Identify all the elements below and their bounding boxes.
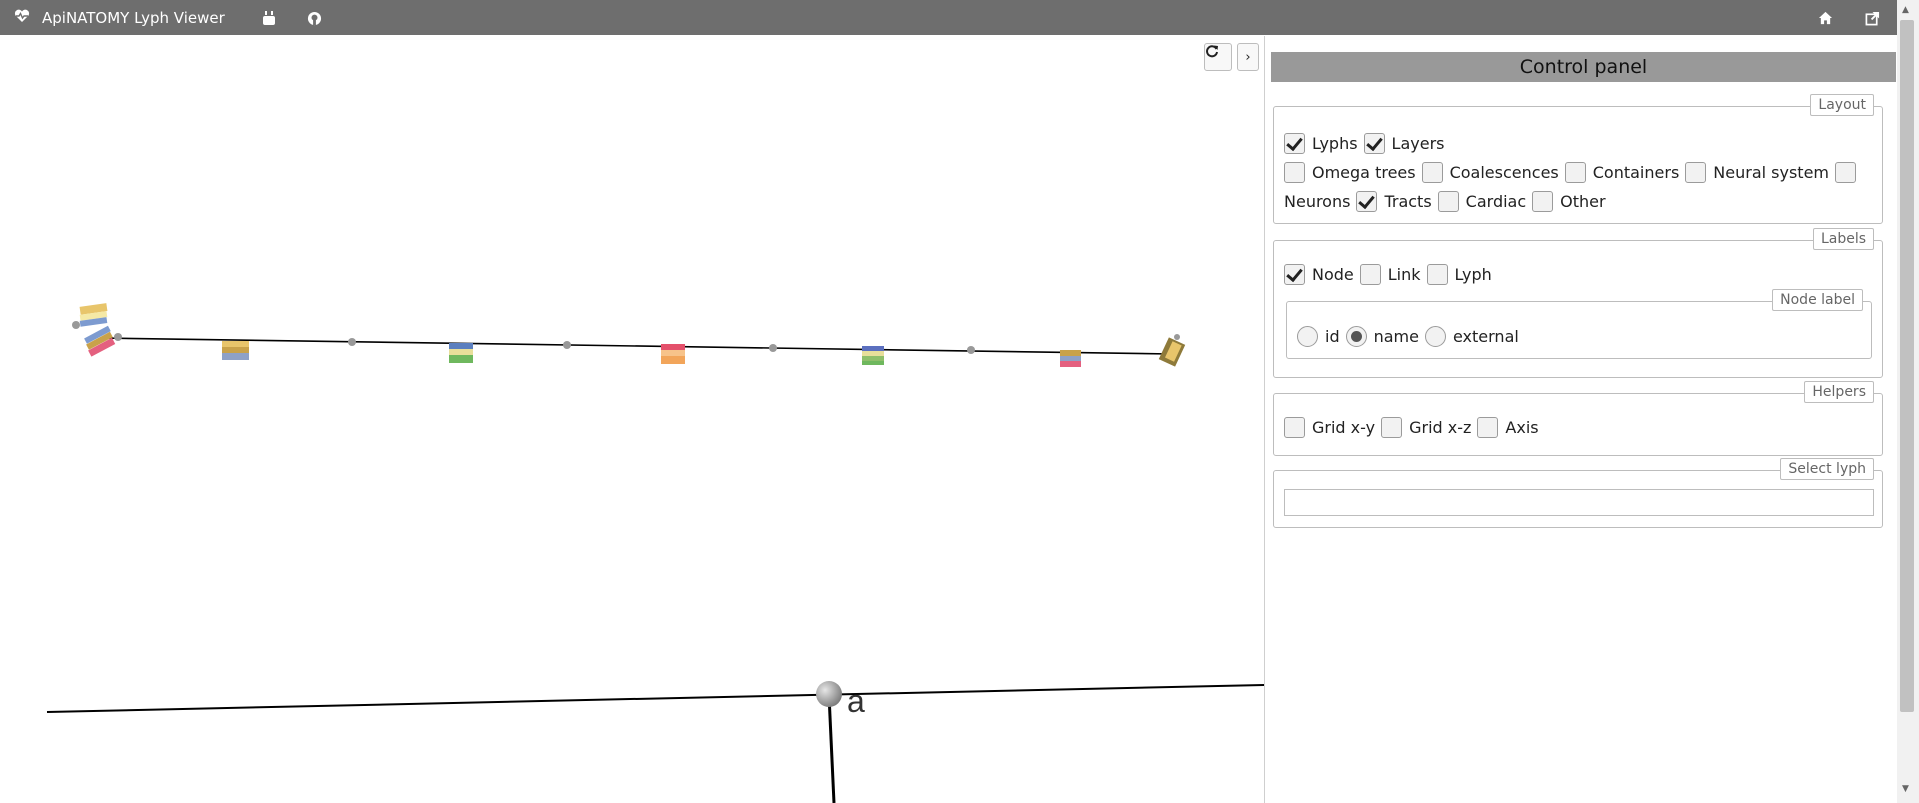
omega-trees-checkbox[interactable] — [1284, 162, 1305, 183]
brand: ApiNATOMY Lyph Viewer — [14, 0, 225, 35]
scroll-down-icon[interactable]: ▼ — [1902, 784, 1909, 794]
lyph-label-checkbox[interactable] — [1426, 264, 1448, 285]
select-lyph-input[interactable] — [1284, 489, 1874, 516]
grid-xz-checkbox[interactable] — [1381, 417, 1403, 438]
axis-checkbox[interactable] — [1477, 417, 1499, 438]
checkbox-label: Grid x-y — [1312, 418, 1376, 437]
node-label-legend: Node label — [1772, 289, 1863, 311]
checkbox-label: Coalescences — [1449, 163, 1559, 182]
checkbox-label: Tracts — [1384, 192, 1432, 211]
graph-node[interactable] — [967, 346, 975, 354]
lyph-cluster-left[interactable] — [72, 303, 122, 357]
lyph-block[interactable] — [222, 341, 249, 360]
checkbox-label: Containers — [1592, 163, 1680, 182]
checkbox-label: Neural system — [1713, 163, 1829, 182]
lyph-block[interactable] — [449, 343, 473, 363]
node-a[interactable]: a — [816, 681, 865, 719]
lyphs-checkbox[interactable] — [1284, 133, 1305, 154]
heart-logo-icon — [14, 9, 42, 27]
checkbox-label: Node — [1312, 265, 1354, 284]
layers-checkbox[interactable] — [1363, 133, 1385, 154]
layout-legend: Layout — [1810, 94, 1874, 116]
radio-label: external — [1452, 327, 1519, 346]
checkbox-label: Grid x-z — [1409, 418, 1472, 437]
layout-group: Layout Lyphs Layers Omega trees Coalesce… — [1273, 94, 1883, 224]
helpers-legend: Helpers — [1804, 381, 1874, 403]
labels-group: Labels Node Link Lyph Node label id name… — [1273, 228, 1883, 378]
scroll-up-icon[interactable]: ▲ — [1902, 5, 1909, 15]
name-radio[interactable] — [1345, 326, 1367, 347]
checkbox-label: Lyphs — [1312, 134, 1358, 153]
graph-node[interactable] — [348, 338, 356, 346]
checkbox-label: Cardiac — [1465, 192, 1527, 211]
lyph-block[interactable] — [661, 344, 685, 364]
checkbox-label: Axis — [1505, 418, 1539, 437]
node-label: a — [847, 683, 865, 719]
checkbox-label: Layers — [1391, 134, 1445, 153]
checkbox-label: Other — [1560, 192, 1606, 211]
app-title: ApiNATOMY Lyph Viewer — [42, 8, 225, 27]
neurons-checkbox[interactable] — [1835, 162, 1856, 183]
link-label-checkbox[interactable] — [1359, 264, 1381, 285]
panel-title: Control panel — [1271, 52, 1896, 82]
id-radio[interactable] — [1297, 326, 1318, 347]
node-label-checkbox[interactable] — [1284, 264, 1305, 285]
checkbox-label: Neurons — [1284, 192, 1351, 211]
refresh-button[interactable] — [1204, 43, 1232, 71]
graph-link-upper — [99, 337, 1173, 355]
graph-link-lower — [46, 684, 1264, 713]
lyph-block[interactable] — [862, 346, 884, 365]
cardiac-checkbox[interactable] — [1437, 191, 1459, 212]
graph-link-vertical — [827, 694, 836, 803]
tracts-checkbox[interactable] — [1356, 191, 1378, 212]
page-scrollbar[interactable]: ▲ ▼ — [1897, 0, 1919, 803]
youtube-icon[interactable] — [259, 8, 279, 28]
labels-legend: Labels — [1812, 228, 1874, 250]
graph-node[interactable] — [769, 344, 777, 352]
scrollbar-thumb[interactable] — [1900, 20, 1914, 712]
graph-node[interactable] — [563, 341, 571, 349]
control-panel: Control panel Layout Lyphs Layers Omega … — [1265, 36, 1897, 803]
chevron-right-icon: › — [1245, 49, 1251, 65]
graph-canvas[interactable]: a — [0, 36, 1264, 803]
helpers-group: Helpers Grid x-y Grid x-z Axis — [1273, 381, 1883, 456]
home-icon[interactable] — [1815, 8, 1835, 28]
external-radio[interactable] — [1424, 326, 1446, 347]
containers-checkbox[interactable] — [1564, 162, 1586, 183]
lyph-block[interactable] — [1158, 334, 1186, 367]
radio-label: id — [1325, 327, 1340, 346]
top-bar: ApiNATOMY Lyph Viewer — [0, 0, 1919, 35]
checkbox-label: Link — [1387, 265, 1421, 284]
radio-label: name — [1373, 327, 1419, 346]
select-lyph-group: Select lyph — [1273, 458, 1883, 528]
node-label-group: Node label id name external — [1286, 289, 1872, 359]
coalescences-checkbox[interactable] — [1421, 162, 1443, 183]
external-link-icon[interactable] — [1862, 8, 1882, 28]
select-lyph-legend: Select lyph — [1780, 458, 1874, 480]
lyph-block[interactable] — [1060, 350, 1081, 367]
github-icon[interactable] — [304, 8, 324, 28]
grid-xy-checkbox[interactable] — [1284, 417, 1305, 438]
checkbox-label: Omega trees — [1312, 163, 1416, 182]
graph-viewer[interactable]: a › — [0, 36, 1264, 803]
toggle-panel-button[interactable]: › — [1237, 43, 1259, 71]
neural-system-checkbox[interactable] — [1685, 162, 1707, 183]
refresh-icon — [1206, 45, 1218, 58]
other-checkbox[interactable] — [1532, 191, 1554, 212]
checkbox-label: Lyph — [1454, 265, 1492, 284]
